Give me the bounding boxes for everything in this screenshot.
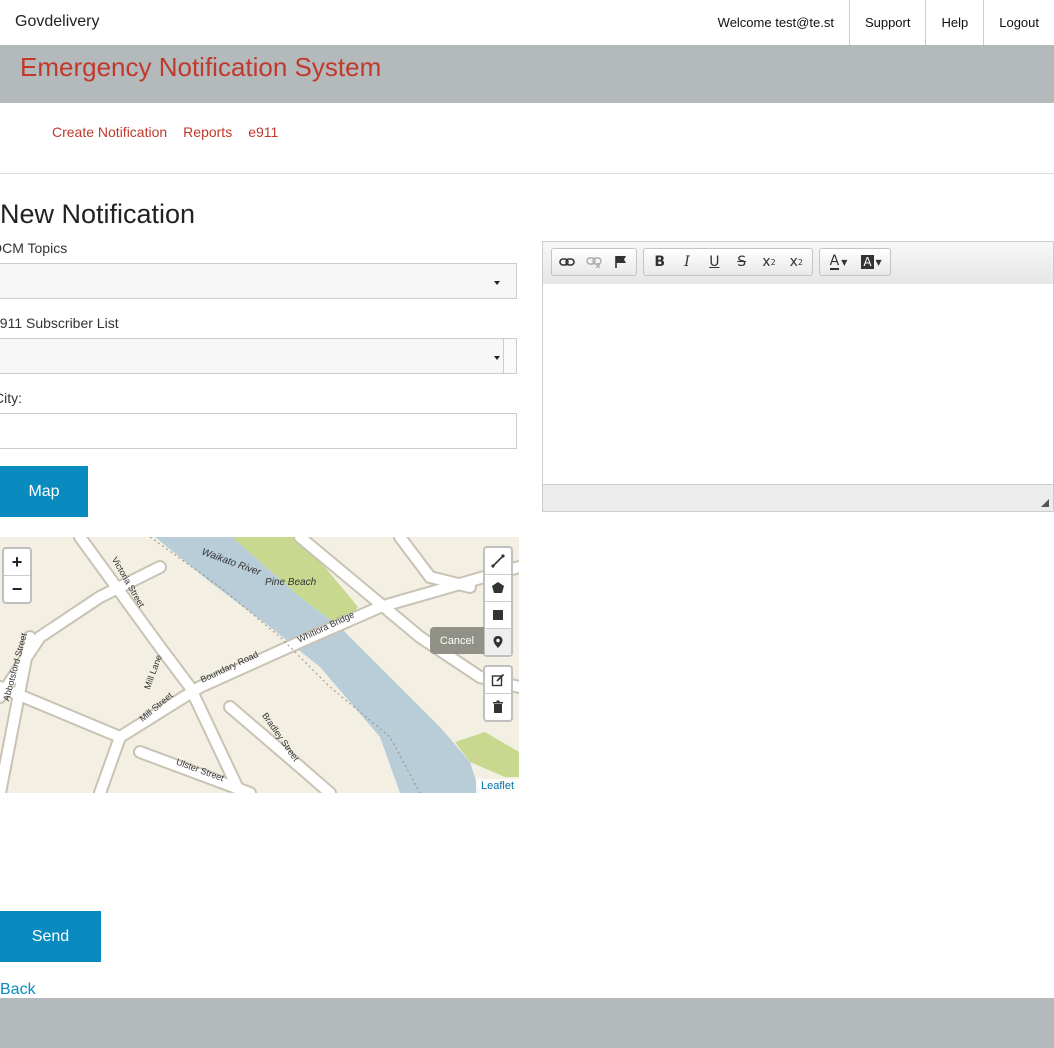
italic-icon[interactable]: I	[673, 250, 700, 274]
color-group: A ▼ A ▼	[819, 248, 891, 276]
subscript-icon[interactable]: x2	[755, 250, 782, 274]
rectangle-icon	[493, 610, 503, 620]
title-banner: Emergency Notification System	[0, 45, 1054, 103]
nav-create-notification[interactable]: Create Notification	[52, 124, 167, 140]
draw-marker-button[interactable]	[485, 629, 511, 655]
editor-statusbar	[543, 484, 1053, 511]
zoom-in-button[interactable]: +	[4, 549, 30, 576]
map-tiles	[0, 537, 519, 793]
app-title: Emergency Notification System	[20, 52, 382, 82]
nav-reports[interactable]: Reports	[183, 124, 232, 140]
top-nav: Welcome test@te.st Support Help Logout	[703, 0, 1054, 45]
brand-name[interactable]: Govdelivery	[15, 13, 99, 31]
zoom-out-button[interactable]: −	[4, 576, 30, 602]
support-link[interactable]: Support	[848, 0, 926, 45]
divider	[0, 173, 1054, 174]
draw-polyline-button[interactable]	[485, 548, 511, 575]
city-label: City:	[0, 390, 22, 406]
background-color-icon[interactable]: A ▼	[855, 250, 888, 274]
bold-icon[interactable]: B	[646, 250, 673, 274]
footer	[0, 998, 1054, 1048]
map-view[interactable]: Waikato River Pine Beach Victoria Street…	[0, 537, 519, 793]
edit-toolbar	[483, 665, 513, 722]
editor-content[interactable]	[543, 284, 1053, 484]
rich-text-editor: B I U S x2 x2 A ▼ A ▼	[542, 241, 1054, 512]
subscriber-list-select[interactable]	[0, 338, 517, 374]
polyline-icon	[491, 554, 505, 568]
marker-icon	[493, 636, 503, 648]
dcm-topics-label: DCM Topics	[0, 240, 68, 256]
underline-icon[interactable]: U	[701, 250, 728, 274]
chevron-down-icon	[494, 356, 500, 360]
edit-layers-button[interactable]	[485, 667, 511, 694]
resize-grip-icon[interactable]	[1041, 499, 1049, 507]
map-button[interactable]: Map	[0, 466, 88, 517]
unlink-icon[interactable]	[581, 250, 608, 274]
chevron-down-icon	[494, 281, 500, 285]
sub-nav: Create Notification Reports e911	[52, 124, 278, 140]
select-scroll-handle[interactable]	[503, 339, 516, 373]
help-link[interactable]: Help	[925, 0, 983, 45]
link-group	[551, 248, 637, 276]
map-label-pine-beach: Pine Beach	[265, 577, 317, 588]
trash-icon	[493, 700, 503, 713]
anchor-flag-icon[interactable]	[607, 250, 634, 274]
top-bar: Govdelivery Welcome test@te.st Support H…	[0, 0, 1054, 45]
superscript-icon[interactable]: x2	[783, 250, 810, 274]
subscriber-list-label: e911 Subscriber List	[0, 315, 119, 331]
dcm-topics-select[interactable]	[0, 263, 517, 299]
zoom-control: + −	[2, 547, 32, 604]
link-icon[interactable]	[554, 250, 581, 274]
editor-toolbar: B I U S x2 x2 A ▼ A ▼	[543, 242, 1053, 285]
welcome-text: Welcome test@te.st	[717, 15, 834, 30]
edit-icon	[491, 673, 505, 687]
strikethrough-icon[interactable]: S	[728, 250, 755, 274]
draw-toolbar	[483, 546, 513, 657]
nav-e911[interactable]: e911	[248, 124, 278, 140]
format-group: B I U S x2 x2	[643, 248, 813, 276]
polygon-icon	[492, 582, 504, 593]
send-button[interactable]: Send	[0, 911, 101, 962]
draw-rectangle-button[interactable]	[485, 602, 511, 629]
draw-cancel-button[interactable]: Cancel	[430, 627, 484, 654]
logout-link[interactable]: Logout	[983, 0, 1054, 45]
delete-layers-button[interactable]	[485, 694, 511, 720]
draw-polygon-button[interactable]	[485, 575, 511, 602]
leaflet-attribution[interactable]: Leaflet	[475, 779, 519, 793]
text-color-icon[interactable]: A ▼	[822, 250, 855, 274]
back-link[interactable]: Back	[0, 981, 36, 999]
city-input[interactable]	[0, 413, 517, 449]
page-title: New Notification	[0, 199, 196, 229]
